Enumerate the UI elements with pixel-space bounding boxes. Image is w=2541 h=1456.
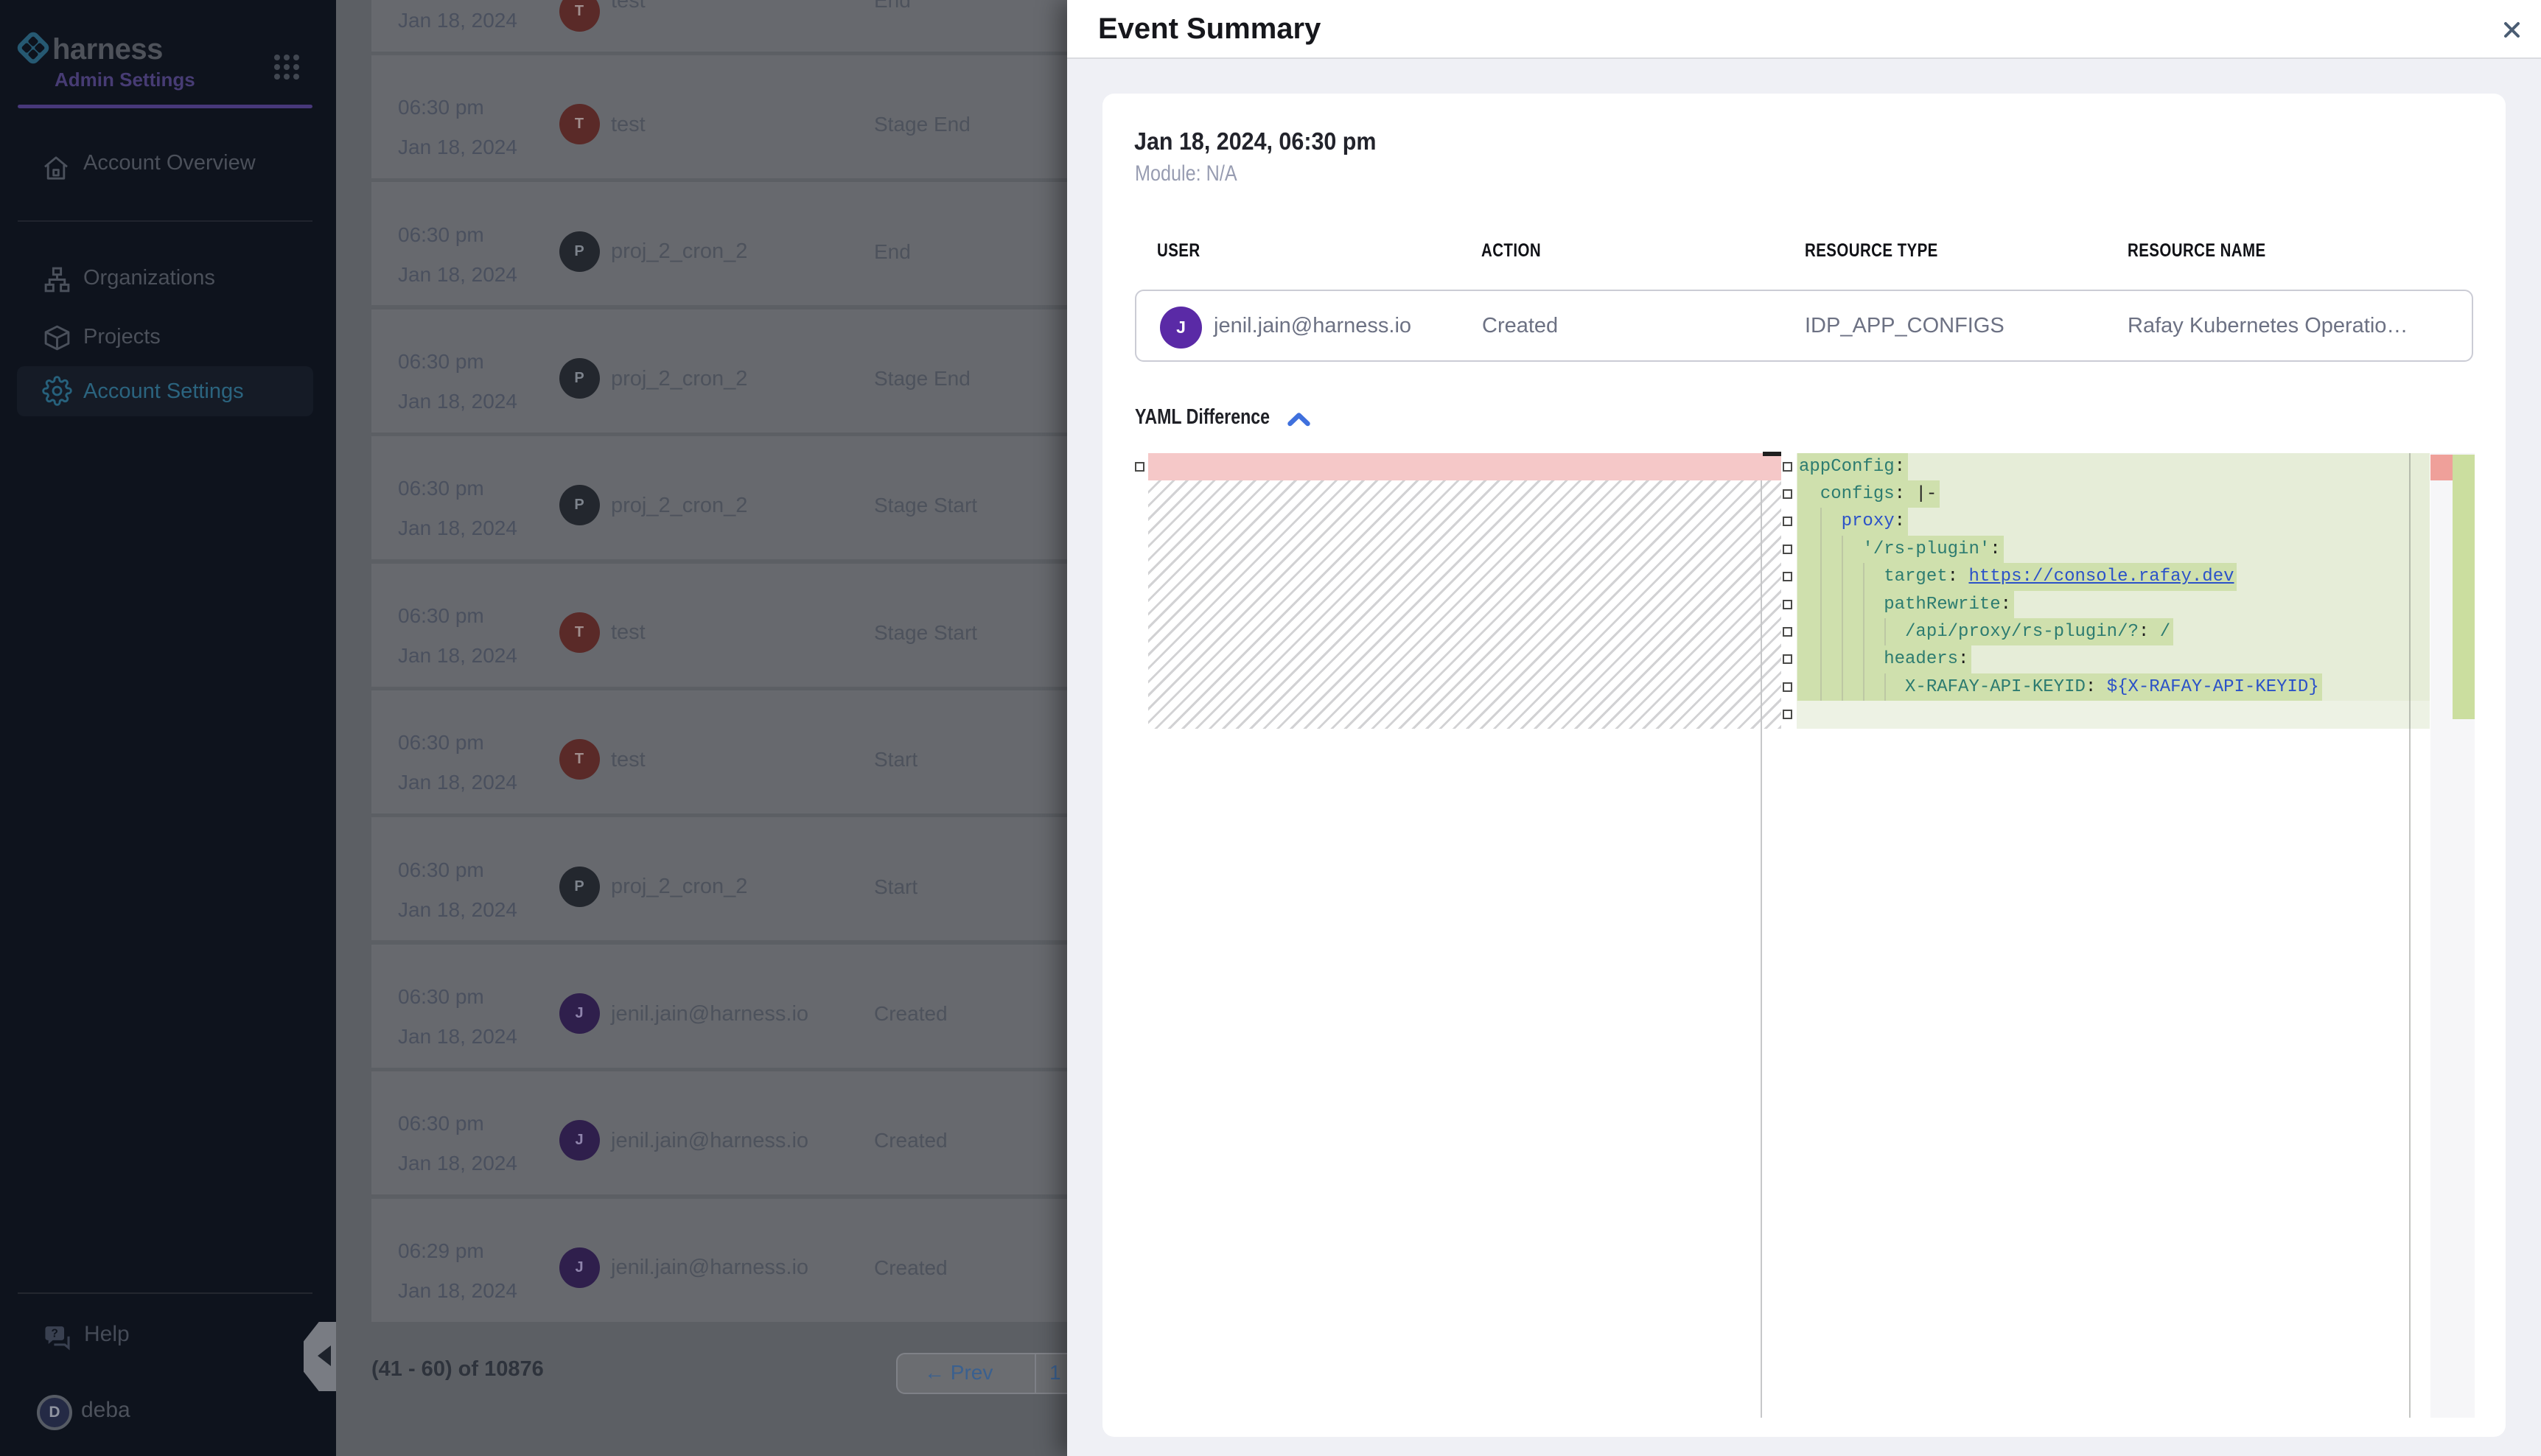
svg-text:?: ? bbox=[52, 1328, 58, 1340]
